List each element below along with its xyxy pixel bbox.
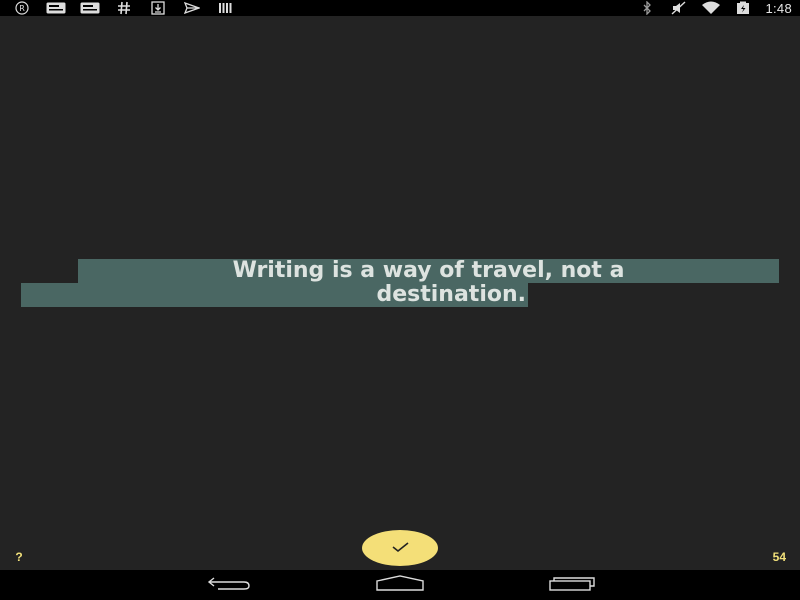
svg-text:R: R — [19, 4, 25, 13]
wifi-icon — [701, 1, 721, 15]
notification-card-icon — [46, 1, 66, 15]
home-button[interactable] — [375, 575, 425, 595]
navigation-bar — [0, 570, 800, 600]
barcode-icon — [216, 1, 236, 15]
hashtag-icon — [114, 1, 134, 15]
word-count: 54 — [772, 550, 786, 564]
recents-icon — [548, 575, 596, 595]
battery-charging-icon — [733, 1, 753, 15]
recents-button[interactable] — [547, 575, 597, 595]
back-icon — [206, 575, 252, 595]
muted-icon — [669, 1, 689, 15]
download-icon — [148, 1, 168, 15]
registered-icon: R — [12, 1, 32, 15]
notification-card-icon — [80, 1, 100, 15]
quote-line-1: Writing is a way of travel, not a — [78, 259, 779, 283]
quote-line-2: destination. — [21, 283, 528, 307]
checkmark-icon — [389, 539, 411, 558]
status-bar-system: 1:48 — [637, 0, 792, 16]
done-button[interactable] — [362, 530, 438, 566]
status-clock: 1:48 — [765, 0, 792, 16]
help-button[interactable]: ? — [12, 549, 26, 565]
status-bar: R 1:48 — [0, 0, 800, 16]
send-icon — [182, 1, 202, 15]
back-button[interactable] — [204, 575, 254, 595]
status-bar-notifications: R — [12, 0, 236, 16]
app-screen: R 1:48 Writing is a way of travel, not a… — [0, 0, 800, 600]
home-icon — [375, 575, 425, 595]
quote-block: Writing is a way of travel, not a destin… — [21, 259, 779, 309]
bluetooth-icon — [637, 1, 657, 15]
